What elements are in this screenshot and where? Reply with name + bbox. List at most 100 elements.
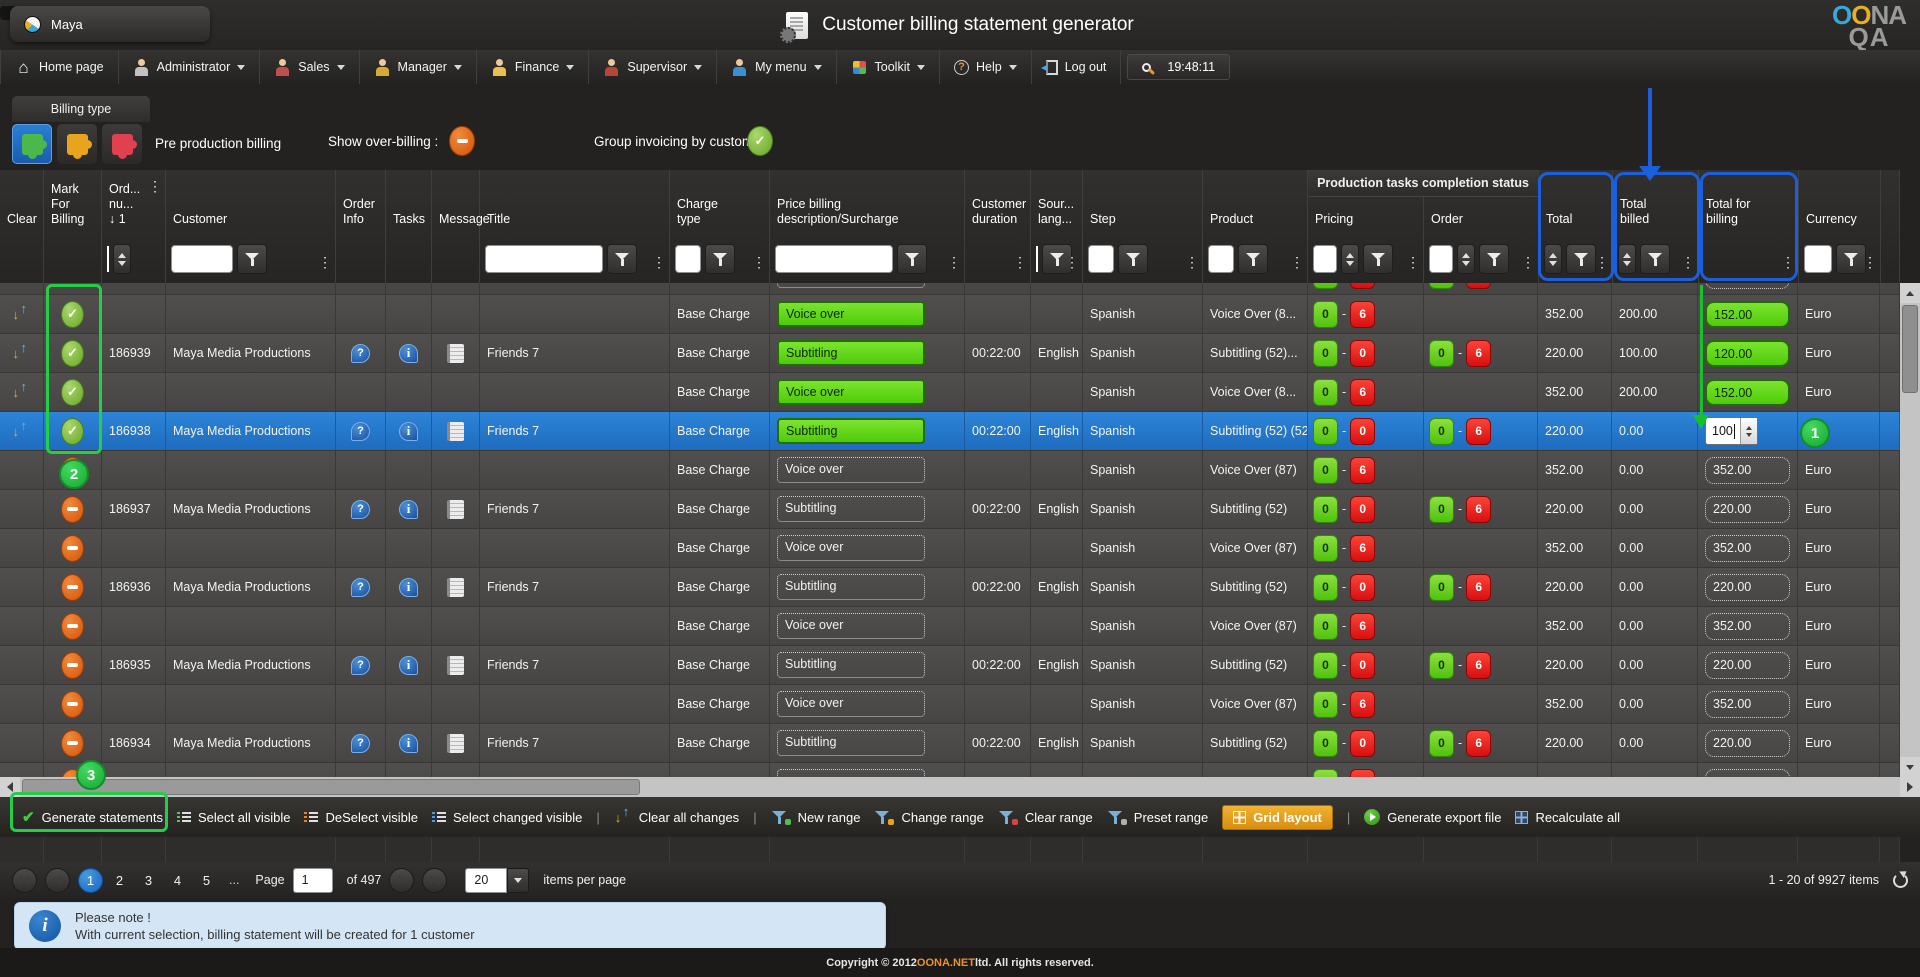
message-cell[interactable] xyxy=(432,451,480,489)
tasks-info-icon[interactable] xyxy=(399,344,418,363)
price-billing-description-box[interactable]: Subtitling xyxy=(777,418,925,444)
page-size-dropdown-button[interactable] xyxy=(507,868,529,893)
order-info-cell[interactable] xyxy=(336,334,386,372)
price-billing-description-box[interactable]: Voice over xyxy=(777,535,925,561)
column-menu-icon[interactable] xyxy=(318,254,332,271)
tasks-cell[interactable] xyxy=(386,373,432,411)
row-mark-cell[interactable] xyxy=(44,724,102,762)
tasks-cell[interactable] xyxy=(386,837,432,862)
mark-for-billing-icon[interactable] xyxy=(61,613,84,640)
row-mark-cell[interactable] xyxy=(44,763,102,777)
page-number-5[interactable]: 5 xyxy=(194,868,219,893)
price-billing-description-box[interactable]: Voice over xyxy=(777,379,925,405)
customer-filter-input[interactable] xyxy=(171,245,233,273)
price-billing-description-box[interactable]: Voice over xyxy=(777,301,925,327)
row-mark-cell[interactable] xyxy=(44,837,102,862)
page-number-4[interactable]: 4 xyxy=(165,868,190,893)
mark-for-billing-icon[interactable] xyxy=(61,652,84,679)
table-row[interactable]: Base Charge Voice over Spanish Voice Ove… xyxy=(0,529,1900,568)
last-page-button[interactable] xyxy=(422,868,447,893)
mark-for-billing-icon[interactable] xyxy=(61,379,84,406)
column-header-price-billing-description[interactable]: Price billing description/Surcharge xyxy=(770,170,965,283)
column-header-total[interactable]: Total xyxy=(1539,170,1613,283)
column-menu-icon[interactable] xyxy=(1013,254,1027,271)
pricing-filter-input[interactable] xyxy=(1313,245,1337,273)
column-header-pricing[interactable]: Pricing xyxy=(1308,197,1424,283)
mark-for-billing-icon[interactable] xyxy=(61,691,84,718)
tasks-cell[interactable] xyxy=(386,451,432,489)
first-page-button[interactable] xyxy=(12,868,37,893)
mark-for-billing-icon[interactable] xyxy=(61,301,84,328)
price-billing-description-box[interactable]: Subtitling xyxy=(777,496,925,522)
row-mark-cell[interactable] xyxy=(44,283,102,294)
message-icon[interactable] xyxy=(447,500,464,519)
recalculate-all-button[interactable]: Recalculate all xyxy=(1515,810,1620,825)
tasks-cell[interactable] xyxy=(386,568,432,606)
row-clear-cell[interactable] xyxy=(0,607,44,645)
select-all-visible-button[interactable]: Select all visible xyxy=(177,810,291,825)
order-info-icon[interactable] xyxy=(351,656,370,675)
step-filter-button[interactable] xyxy=(1118,244,1148,274)
pricing-filter-button[interactable] xyxy=(1363,244,1393,274)
mark-for-billing-icon[interactable] xyxy=(61,496,84,523)
message-cell[interactable] xyxy=(432,529,480,567)
next-page-button[interactable] xyxy=(389,868,414,893)
menu-item-home-page[interactable]: Home page xyxy=(0,50,119,84)
message-cell[interactable] xyxy=(432,763,480,777)
price-billing-description-box[interactable]: Voice over xyxy=(777,457,925,483)
column-menu-icon[interactable] xyxy=(1290,254,1304,271)
total-filter-button[interactable] xyxy=(1566,244,1596,274)
deselect-visible-button[interactable]: DeSelect visible xyxy=(304,810,418,825)
row-clear-cell[interactable] xyxy=(0,529,44,567)
charge-type-filter-button[interactable] xyxy=(705,244,735,274)
column-menu-icon[interactable] xyxy=(148,178,162,195)
message-cell[interactable] xyxy=(432,490,480,528)
menu-item-log-out[interactable]: Log out xyxy=(1032,50,1122,84)
column-menu-icon[interactable] xyxy=(1781,254,1795,271)
message-icon[interactable] xyxy=(447,656,464,675)
tasks-cell[interactable] xyxy=(386,763,432,777)
price-billing-description-box[interactable]: Voice over xyxy=(777,691,925,717)
table-row[interactable]: 186936 Maya Media Productions Friends 7 … xyxy=(0,568,1900,607)
input-spinner[interactable] xyxy=(1740,418,1757,444)
tasks-cell[interactable] xyxy=(386,490,432,528)
horizontal-scroll-thumb[interactable] xyxy=(22,779,640,795)
total-billed-filter-spinner[interactable] xyxy=(1618,244,1636,274)
horizontal-scrollbar[interactable] xyxy=(0,777,1920,797)
column-menu-icon[interactable] xyxy=(1521,254,1535,271)
price-billing-description-box[interactable] xyxy=(777,769,925,777)
row-clear-cell[interactable] xyxy=(0,646,44,684)
menu-item-toolkit[interactable]: Toolkit xyxy=(837,50,940,84)
order-info-cell[interactable] xyxy=(336,490,386,528)
tasks-info-icon[interactable] xyxy=(399,500,418,519)
column-header-total-billed[interactable]: Total billed xyxy=(1613,170,1699,283)
column-header-currency[interactable]: Currency xyxy=(1799,170,1881,283)
column-header-order-number[interactable]: Ord... nu... ↓ 1 xyxy=(102,170,166,283)
tasks-cell[interactable] xyxy=(386,529,432,567)
row-clear-cell[interactable] xyxy=(0,283,44,294)
row-clear-cell[interactable] xyxy=(0,451,44,489)
table-row[interactable]: 0-6 - xyxy=(0,763,1900,777)
row-mark-cell[interactable] xyxy=(44,529,102,567)
tasks-cell[interactable] xyxy=(386,334,432,372)
price-billing-description-box[interactable]: Subtitling xyxy=(777,574,925,600)
table-row[interactable]: 0-0 0-6 xyxy=(0,283,1900,295)
tasks-info-icon[interactable] xyxy=(399,578,418,597)
billing-type-pre-production-button[interactable] xyxy=(12,124,52,164)
table-row[interactable]: Base Charge Voice over Spanish Voice Ove… xyxy=(0,373,1900,412)
message-cell[interactable] xyxy=(432,685,480,723)
table-row[interactable]: 186939 Maya Media Productions Friends 7 … xyxy=(0,334,1900,373)
currency-filter-input[interactable] xyxy=(1804,245,1832,273)
order-filter-spinner[interactable] xyxy=(1457,244,1475,274)
row-mark-cell[interactable] xyxy=(44,334,102,372)
mark-for-billing-icon[interactable] xyxy=(61,418,84,445)
column-menu-icon[interactable] xyxy=(752,254,766,271)
message-cell[interactable] xyxy=(432,646,480,684)
mark-for-billing-icon[interactable] xyxy=(61,574,84,601)
currency-filter-button[interactable] xyxy=(1836,244,1866,274)
swap-arrows-icon[interactable] xyxy=(13,382,31,402)
message-icon[interactable] xyxy=(447,734,464,753)
row-mark-cell[interactable] xyxy=(44,451,102,489)
price-billing-description-box[interactable] xyxy=(777,283,925,288)
scroll-right-button[interactable] xyxy=(1900,777,1920,797)
